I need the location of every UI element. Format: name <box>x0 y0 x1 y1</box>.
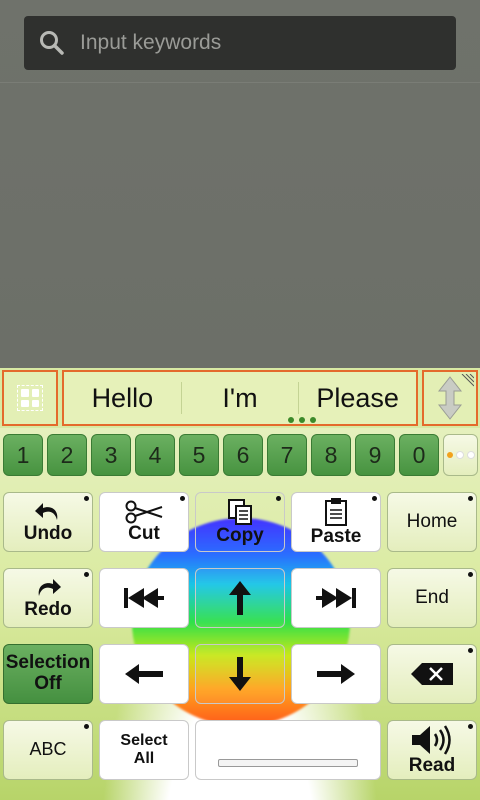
space-bar[interactable] <box>195 720 381 780</box>
keyboard: Hello I'm Please 1 2 3 4 5 6 7 8 9 0 Und… <box>0 368 480 800</box>
backspace-button[interactable] <box>387 644 477 704</box>
skip-right-icon <box>316 588 356 608</box>
key-6[interactable]: 6 <box>223 434 263 476</box>
read-aloud-button[interactable]: Read <box>387 720 477 780</box>
cursor-down-button[interactable] <box>195 644 285 704</box>
dot-icon <box>466 451 475 459</box>
key-7[interactable]: 7 <box>267 434 307 476</box>
resize-grip-icon <box>461 374 474 387</box>
corner-dot <box>468 724 473 729</box>
corner-dot <box>276 496 281 501</box>
more-keys-button[interactable] <box>443 434 478 476</box>
suggestion-item[interactable]: I'm <box>182 383 299 414</box>
key-0[interactable]: 0 <box>399 434 439 476</box>
arrow-left-icon <box>125 664 163 684</box>
corner-dot <box>84 724 89 729</box>
more-suggestions-indicator <box>288 417 316 423</box>
grid-icon <box>17 385 43 411</box>
scissors-icon <box>125 500 163 524</box>
undo-label: Undo <box>23 522 73 544</box>
key-label: 7 <box>280 441 294 468</box>
corner-dot <box>180 496 185 501</box>
key-label: 1 <box>16 441 30 468</box>
selection-toggle-button[interactable]: Selection Off <box>3 644 93 704</box>
cut-button[interactable]: Cut <box>99 492 189 552</box>
corner-dot <box>84 572 89 577</box>
skip-left-icon <box>124 588 164 608</box>
backspace-icon <box>411 663 453 685</box>
select-label: Select <box>120 732 168 750</box>
copy-label: Copy <box>216 524 264 546</box>
key-label: 4 <box>148 441 162 468</box>
key-3[interactable]: 3 <box>91 434 131 476</box>
paste-label: Paste <box>310 525 362 547</box>
undo-icon <box>35 502 58 520</box>
all-label: All <box>133 750 155 767</box>
keyboard-menu-button[interactable] <box>2 370 58 426</box>
suggestion-item[interactable]: Hello <box>64 383 181 414</box>
paste-button[interactable]: Paste <box>291 492 381 552</box>
redo-label: Redo <box>24 598 72 620</box>
key-label: 2 <box>60 441 74 468</box>
select-all-button[interactable]: Select All <box>99 720 189 780</box>
copy-icon <box>228 498 252 525</box>
redo-button[interactable]: Redo <box>3 568 93 628</box>
key-label: 5 <box>192 441 206 468</box>
key-4[interactable]: 4 <box>135 434 175 476</box>
cursor-up-button[interactable] <box>195 568 285 628</box>
space-bar-indicator <box>218 759 358 767</box>
suggestion-bar: Hello I'm Please <box>0 368 480 428</box>
end-label: End <box>415 586 449 608</box>
key-label: 0 <box>412 441 426 468</box>
suggestion-item[interactable]: Please <box>299 383 416 414</box>
key-5[interactable]: 5 <box>179 434 219 476</box>
jump-end-button[interactable] <box>291 568 381 628</box>
key-label: 8 <box>324 441 338 468</box>
keyboard-resize-button[interactable] <box>422 370 478 426</box>
speaker-icon <box>412 724 451 755</box>
key-2[interactable]: 2 <box>47 434 87 476</box>
divider <box>0 82 480 83</box>
clipboard-icon <box>325 497 347 526</box>
suggestion-list: Hello I'm Please <box>62 370 418 426</box>
dot-icon <box>446 452 453 458</box>
corner-dot <box>84 496 89 501</box>
cursor-right-button[interactable] <box>291 644 381 704</box>
abc-label: ABC <box>29 739 67 760</box>
corner-dot <box>468 572 473 577</box>
redo-icon <box>38 578 61 596</box>
corner-dot <box>372 496 377 501</box>
key-8[interactable]: 8 <box>311 434 351 476</box>
end-button[interactable]: End <box>387 568 477 628</box>
key-label: 3 <box>104 441 118 468</box>
cut-label: Cut <box>128 522 160 544</box>
key-1[interactable]: 1 <box>3 434 43 476</box>
arrow-down-icon <box>229 657 251 691</box>
copy-button[interactable]: Copy <box>195 492 285 552</box>
app-content-area <box>0 0 480 368</box>
abc-mode-button[interactable]: ABC <box>3 720 93 780</box>
undo-button[interactable]: Undo <box>3 492 93 552</box>
search-bar[interactable] <box>24 16 456 70</box>
key-9[interactable]: 9 <box>355 434 395 476</box>
arrow-right-icon <box>317 664 355 684</box>
selection-label: Selection <box>5 652 91 674</box>
home-label: Home <box>406 510 458 532</box>
jump-start-button[interactable] <box>99 568 189 628</box>
dot-icon <box>455 451 464 459</box>
search-input[interactable] <box>78 30 456 56</box>
read-label: Read <box>408 754 456 776</box>
home-button[interactable]: Home <box>387 492 477 552</box>
key-label: 6 <box>236 441 250 468</box>
cursor-left-button[interactable] <box>99 644 189 704</box>
key-label: 9 <box>368 441 382 468</box>
off-label: Off <box>34 673 62 694</box>
search-icon <box>40 31 64 55</box>
corner-dot <box>468 648 473 653</box>
arrow-up-icon <box>229 581 251 615</box>
corner-dot <box>468 496 473 501</box>
